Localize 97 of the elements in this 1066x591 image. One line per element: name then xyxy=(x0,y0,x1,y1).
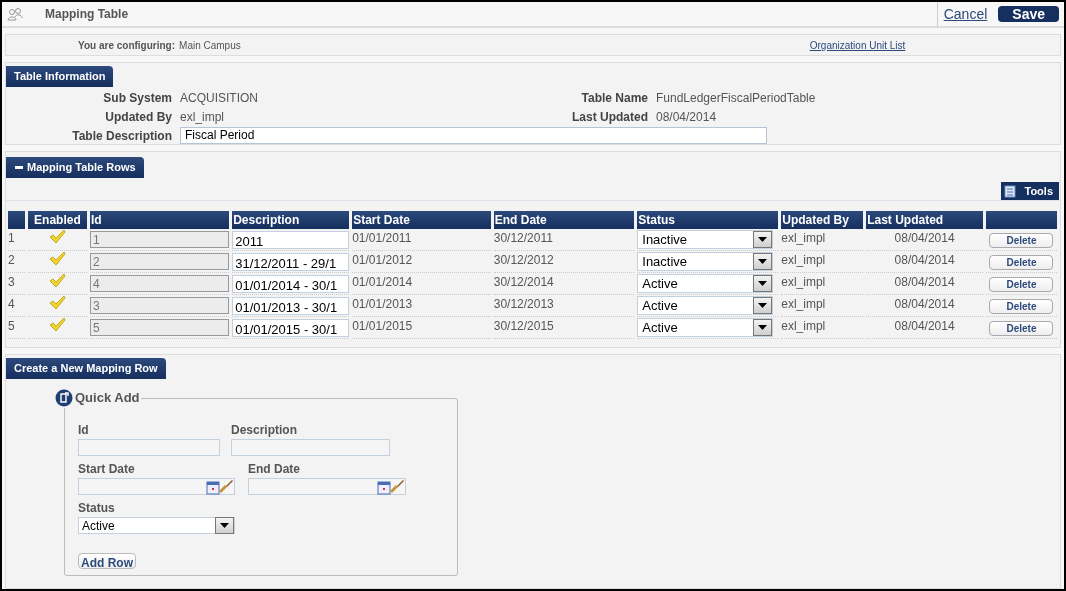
dropdown-arrow-button[interactable] xyxy=(753,297,773,314)
start-date-field[interactable] xyxy=(78,478,235,495)
field-value: ACQUISITION xyxy=(180,90,259,107)
quick-add-title: Quick Add xyxy=(75,389,140,407)
status-label: Status xyxy=(78,500,116,517)
delete-button[interactable]: Delete xyxy=(989,276,1054,292)
delete-button[interactable]: Delete xyxy=(989,254,1054,270)
calendar-broom-icon[interactable] xyxy=(377,478,405,495)
id-field[interactable]: 1 xyxy=(89,231,230,248)
delete-button[interactable]: Delete xyxy=(989,232,1054,248)
end-date-field[interactable] xyxy=(248,478,406,495)
updated-by: exl_impl xyxy=(781,275,826,289)
caret-icon xyxy=(758,325,768,330)
field-value: 08/04/2014 xyxy=(656,109,718,126)
end-date: 30/12/2014 xyxy=(493,275,554,289)
configuring-value: Main Campus xyxy=(179,38,241,53)
delete-button[interactable]: Delete xyxy=(989,298,1054,314)
id-field[interactable]: 4 xyxy=(89,275,230,292)
table-header: Id xyxy=(89,211,230,229)
save-button[interactable]: Save xyxy=(998,6,1059,22)
table-header xyxy=(985,211,1057,229)
table-header: End Date xyxy=(493,211,635,229)
organization-unit-list-link[interactable]: Organization Unit List xyxy=(809,37,906,53)
field-label: Last Updated xyxy=(571,109,648,126)
end-date: 30/12/2013 xyxy=(493,297,554,311)
updated-by: exl_impl xyxy=(781,297,826,311)
table-header: Description xyxy=(232,211,350,229)
row-number: 5 xyxy=(8,319,15,333)
description-field[interactable]: 01/01/2013 - 30/1 xyxy=(232,296,350,315)
field-label: Updated By xyxy=(104,109,172,126)
row-number: 2 xyxy=(8,253,15,267)
tools-button[interactable]: Tools xyxy=(1001,182,1059,200)
field-value: exl_impl xyxy=(180,109,225,126)
updated-by: exl_impl xyxy=(781,319,826,333)
last-updated: 08/04/2014 xyxy=(894,231,955,245)
field-label: Table Name xyxy=(580,90,648,107)
start-date: 01/01/2012 xyxy=(352,253,413,267)
dropdown-arrow-button[interactable] xyxy=(753,231,773,248)
end-date: 30/12/2015 xyxy=(493,319,554,333)
mapping-table-rows-label: Mapping Table Rows xyxy=(27,160,136,176)
table-icon xyxy=(1004,184,1019,198)
caret-icon xyxy=(220,523,229,528)
id-field[interactable]: 3 xyxy=(89,297,230,314)
caret-icon xyxy=(758,281,768,286)
table-header: Updated By xyxy=(781,211,864,229)
description-field[interactable] xyxy=(231,439,390,456)
table-header: Start Date xyxy=(352,211,491,229)
id-label: Id xyxy=(78,422,90,439)
last-updated: 08/04/2014 xyxy=(894,319,955,333)
cancel-link[interactable]: Cancel xyxy=(943,3,988,25)
table-header: Status xyxy=(637,211,779,229)
start-date-label: Start Date xyxy=(78,461,136,478)
dropdown-arrow-button[interactable] xyxy=(753,253,773,270)
row-number: 4 xyxy=(8,297,15,311)
description-field[interactable]: 2011 xyxy=(232,230,350,249)
table-information-title: Table Information xyxy=(6,65,114,87)
configuring-label: You are configuring: xyxy=(78,38,176,53)
field-value: FundLedgerFiscalPeriodTable xyxy=(656,90,817,107)
caret-icon xyxy=(758,237,768,242)
dropdown-arrow-button[interactable] xyxy=(753,275,773,292)
start-date: 01/01/2013 xyxy=(352,297,413,311)
description-field[interactable]: 31/12/2011 - 29/1 xyxy=(232,252,350,271)
dropdown-arrow-button[interactable] xyxy=(215,517,234,534)
table-header: Enabled xyxy=(27,211,87,229)
last-updated: 08/04/2014 xyxy=(894,297,955,311)
start-date: 01/01/2014 xyxy=(352,275,413,289)
delete-button[interactable]: Delete xyxy=(989,320,1054,336)
dropdown-arrow-button[interactable] xyxy=(753,319,773,336)
create-mapping-row-title: Create a New Mapping Row xyxy=(6,357,166,379)
updated-by: exl_impl xyxy=(781,231,826,245)
add-row-button[interactable]: Add Row xyxy=(78,553,136,569)
id-field[interactable]: 2 xyxy=(89,253,230,270)
end-date: 30/12/2011 xyxy=(493,231,553,245)
row-number: 1 xyxy=(8,231,15,245)
row-number: 3 xyxy=(8,275,15,289)
table-header xyxy=(8,211,25,229)
id-field[interactable]: 5 xyxy=(89,319,230,336)
start-date: 01/01/2011 xyxy=(352,231,412,245)
caret-icon xyxy=(758,259,768,264)
page-title: Mapping Table xyxy=(45,6,129,23)
end-date-label: End Date xyxy=(248,461,301,478)
field-label: Sub System xyxy=(102,90,172,107)
table-header: Last Updated xyxy=(866,211,983,229)
updated-by: exl_impl xyxy=(781,253,826,267)
last-updated: 08/04/2014 xyxy=(894,253,955,267)
description-field[interactable]: 01/01/2014 - 30/1 xyxy=(232,274,350,293)
caret-icon xyxy=(758,303,768,308)
last-updated: 08/04/2014 xyxy=(894,275,955,289)
description-field[interactable]: 01/01/2015 - 30/1 xyxy=(232,318,350,337)
description-label: Description xyxy=(231,422,298,439)
table-description-field[interactable]: Fiscal Period xyxy=(180,127,767,144)
field-label: Table Description xyxy=(71,128,172,145)
start-date: 01/01/2015 xyxy=(352,319,413,333)
end-date: 30/12/2012 xyxy=(493,253,554,267)
id-field[interactable] xyxy=(78,439,220,456)
people-icon xyxy=(7,7,23,21)
calendar-broom-icon[interactable] xyxy=(206,478,234,495)
